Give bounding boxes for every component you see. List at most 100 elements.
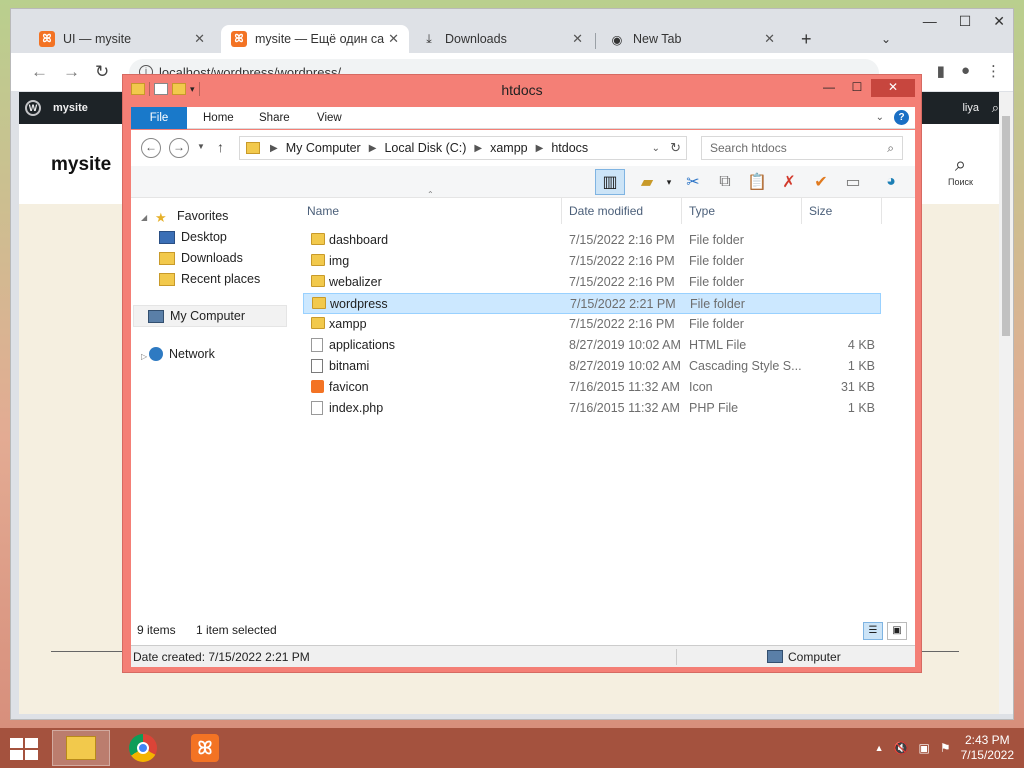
back-icon[interactable]: ← <box>31 62 48 82</box>
close-icon[interactable]: ✕ <box>871 79 915 97</box>
taskbar-chrome[interactable] <box>114 730 172 766</box>
page-scrollbar[interactable] <box>999 92 1013 714</box>
paste-icon[interactable]: 📋 <box>745 171 769 193</box>
chevron-down-icon[interactable]: ⌄ <box>652 143 660 154</box>
close-icon[interactable]: ✕ <box>572 31 583 47</box>
expand-ribbon-icon[interactable]: ⌄ <box>876 112 884 123</box>
new-tab-button[interactable]: + <box>791 25 822 53</box>
wp-admin-site-link[interactable]: mysite <box>53 102 88 114</box>
column-divider[interactable] <box>881 198 882 224</box>
maximize-icon[interactable]: ☐ <box>843 79 871 97</box>
browser-tab-downloads[interactable]: ⤓ Downloads ✕ <box>411 25 593 53</box>
preview-pane-icon[interactable]: ▥ <box>595 169 625 195</box>
collapse-arrow-icon[interactable]: ◢ <box>141 213 147 222</box>
delete-icon[interactable]: ✗ <box>777 171 801 193</box>
minimize-icon[interactable]: — <box>923 13 937 30</box>
chevron-down-icon[interactable]: ▾ <box>657 171 681 193</box>
column-header-date[interactable]: Date modified <box>569 204 643 218</box>
wp-search-button[interactable]: ⌕ Поиск <box>948 154 973 187</box>
file-row[interactable]: dashboard 7/15/2022 2:16 PM File folder <box>303 230 881 251</box>
chevron-right-icon[interactable]: ▶ <box>270 143 278 154</box>
copy-icon[interactable]: ⧉ <box>713 171 737 193</box>
breadcrumb-local-disk[interactable]: Local Disk (C:) <box>384 141 466 155</box>
windows-start-icon[interactable] <box>10 738 38 760</box>
breadcrumb-htdocs[interactable]: htdocs <box>551 141 588 155</box>
browser-tab-ui-mysite[interactable]: ꕤ UI — mysite ✕ <box>29 25 215 53</box>
xampp-icon: ꕤ <box>191 734 219 762</box>
tab-view[interactable]: View <box>303 107 356 129</box>
tab-file[interactable]: File <box>131 107 187 129</box>
column-divider[interactable] <box>681 198 682 224</box>
large-icons-view-icon[interactable]: ▣ <box>887 622 907 640</box>
checkmark-icon[interactable]: ✔ <box>809 171 833 193</box>
profile-icon[interactable]: ● <box>961 62 970 80</box>
nav-favorites[interactable]: ★ Favorites <box>155 209 228 225</box>
explorer-address-bar[interactable]: ▶ My Computer ▶ Local Disk (C:) ▶ xampp … <box>239 136 687 160</box>
taskbar-xampp[interactable]: ꕤ <box>176 730 234 766</box>
file-row[interactable]: wordpress 7/15/2022 2:21 PM File folder <box>303 293 881 314</box>
nav-desktop[interactable]: Desktop <box>159 230 227 244</box>
file-row[interactable]: index.php 7/16/2015 11:32 AM PHP File 1 KB <box>303 398 881 419</box>
browser-tab-mysite[interactable]: ꕤ mysite — Ещё один са ✕ <box>221 25 409 53</box>
chevron-right-icon[interactable]: ▶ <box>474 143 482 154</box>
clock[interactable]: 2:43 PM 7/15/2022 <box>961 733 1014 763</box>
cut-icon[interactable]: ✂ <box>681 171 705 193</box>
taskbar: ꕤ ▲ 🔇 ▣ ⚑ 2:43 PM 7/15/2022 <box>0 728 1024 768</box>
network-status-icon[interactable]: ▣ <box>919 741 930 755</box>
file-row[interactable]: favicon 7/16/2015 11:32 AM Icon 31 KB <box>303 377 881 398</box>
details-view-icon[interactable]: ☰ <box>863 622 883 640</box>
search-icon[interactable]: ⌕ <box>992 100 999 116</box>
show-hidden-icons-icon[interactable]: ▲ <box>875 743 884 753</box>
column-header-size[interactable]: Size <box>809 204 832 218</box>
column-divider[interactable] <box>801 198 802 224</box>
chevron-right-icon[interactable]: ▶ <box>369 143 377 154</box>
minimize-icon[interactable]: — <box>815 79 843 97</box>
back-icon[interactable]: ← <box>141 138 161 158</box>
tab-home[interactable]: Home <box>189 107 248 129</box>
rename-icon[interactable]: ▭ <box>841 171 865 193</box>
scrollbar-thumb[interactable] <box>1002 116 1010 336</box>
file-row[interactable]: webalizer 7/15/2022 2:16 PM File folder <box>303 272 881 293</box>
file-row[interactable]: bitnami 8/27/2019 10:02 AM Cascading Style… <box>303 356 881 377</box>
close-icon[interactable]: ✕ <box>388 31 399 47</box>
maximize-icon[interactable]: ☐ <box>959 13 972 30</box>
close-icon[interactable]: ✕ <box>764 31 775 47</box>
column-header-type[interactable]: Type <box>689 204 715 218</box>
breadcrumb-xampp[interactable]: xampp <box>490 141 528 155</box>
new-folder-icon[interactable]: ▰ <box>635 171 659 193</box>
file-row[interactable]: applications 8/27/2019 10:02 AM HTML File 4… <box>303 335 881 356</box>
refresh-icon[interactable]: ↻ <box>670 140 681 156</box>
nav-recent-places[interactable]: Recent places <box>159 272 260 286</box>
wordpress-logo-icon[interactable]: W <box>25 100 41 116</box>
action-center-icon[interactable]: ⚑ <box>940 741 951 755</box>
file-row[interactable]: img 7/15/2022 2:16 PM File folder <box>303 251 881 272</box>
explorer-search-input[interactable]: Search htdocs ⌕ <box>701 136 903 160</box>
forward-icon[interactable]: → <box>169 138 189 158</box>
forward-icon[interactable]: → <box>63 62 80 82</box>
column-divider[interactable] <box>561 198 562 224</box>
nav-network[interactable]: Network <box>149 347 215 361</box>
recent-locations-icon[interactable]: ▼ <box>197 142 205 151</box>
browser-tab-new-tab[interactable]: ◉ New Tab ✕ <box>599 25 785 53</box>
tab-share[interactable]: Share <box>245 107 304 129</box>
expand-arrow-icon[interactable]: ▷ <box>141 352 147 361</box>
taskbar-file-explorer[interactable] <box>52 730 110 766</box>
file-row[interactable]: xampp 7/15/2022 2:16 PM File folder <box>303 314 881 335</box>
close-icon[interactable]: ✕ <box>194 31 205 47</box>
tab-search-icon[interactable]: ⌄ <box>871 25 901 53</box>
chevron-right-icon[interactable]: ▶ <box>536 143 544 154</box>
site-title[interactable]: mysite <box>51 154 111 176</box>
globe-icon[interactable]: ◕ <box>879 171 903 193</box>
help-icon[interactable]: ? <box>894 110 909 125</box>
wp-admin-user[interactable]: liya <box>962 102 979 114</box>
up-icon[interactable]: ↑ <box>217 139 224 155</box>
column-header-name[interactable]: Name <box>307 204 339 218</box>
nav-downloads[interactable]: Downloads <box>159 251 243 265</box>
reload-icon[interactable]: ↻ <box>95 62 109 82</box>
nav-my-computer[interactable]: My Computer <box>133 305 287 327</box>
extensions-icon[interactable]: ▮ <box>937 62 945 80</box>
close-icon[interactable]: ✕ <box>993 13 1005 30</box>
breadcrumb-my-computer[interactable]: My Computer <box>286 141 361 155</box>
menu-icon[interactable]: ⋮ <box>986 62 1001 80</box>
volume-muted-icon[interactable]: 🔇 <box>894 741 909 755</box>
